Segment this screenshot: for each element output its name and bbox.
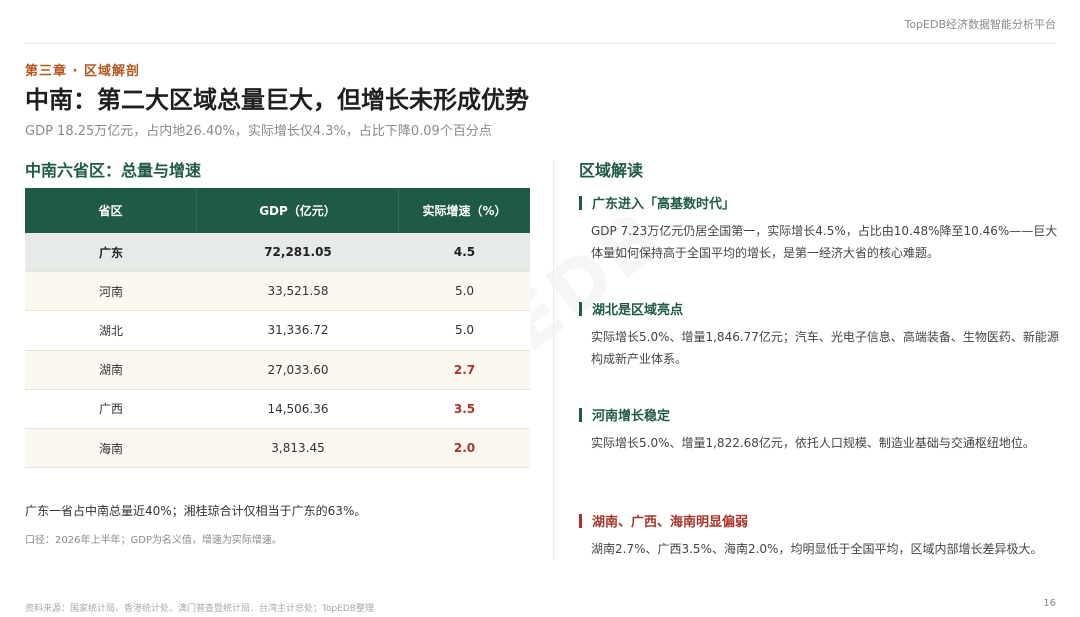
cell-gdp: 3,813.45: [271, 441, 325, 456]
analysis-item-guangdong: 广东进入「高基数时代」 GDP 7.23万亿元仍居全国第一，实际增长4.5%，占…: [579, 193, 1059, 264]
item-title: 湖南、广西、海南明显偏弱: [592, 515, 749, 530]
page-number: 16: [1043, 598, 1056, 609]
analysis-item-weak: 湖南、广西、海南明显偏弱 湖南2.7%、广西3.5%、海南2.0%，均明显低于全…: [579, 511, 1059, 560]
cell-gdp: 31,336.72: [267, 323, 329, 338]
cell-gdp: 33,521.58: [267, 284, 329, 299]
cell-province: 湖北: [98, 323, 123, 338]
cell-growth: 2.7: [453, 362, 476, 377]
column-divider: [553, 160, 554, 560]
table-note: 广东一省占中南总量近40%；湘桂琼合计仅相当于广东的63%。: [25, 504, 367, 518]
cell-province: 海南: [98, 441, 123, 456]
cell-growth: 2.0: [453, 441, 476, 456]
table-section-title: 中南六省区：总量与增速: [25, 161, 202, 180]
header-province: 省区: [25, 188, 197, 233]
top-bar: TopEDB经济数据智能分析平台: [24, 0, 1056, 44]
cell-gdp: 27,033.60: [267, 362, 329, 377]
item-body: 实际增长5.0%、增量1,822.68亿元，依托人口规模、制造业基础与交通枢纽地…: [591, 436, 1035, 450]
analysis-item-hubei: 湖北是区域亮点 实际增长5.0%、增量1,846.77亿元；汽车、光电子信息、高…: [579, 299, 1059, 370]
table-row: 广西 14,506.36 3.5: [25, 389, 530, 429]
source-note: 资料来源：国家统计局、香港统计处、澳门普查暨统计局、台湾主计总处；TopEDB整…: [25, 604, 374, 614]
cell-province: 广西: [98, 402, 123, 417]
cell-growth: 5.0: [454, 284, 475, 299]
cell-growth: 4.5: [453, 245, 476, 260]
chapter-label: 第三章 · 区域解剖: [25, 64, 140, 79]
table-row: 海南 3,813.45 2.0: [25, 428, 530, 469]
item-heading: 河南增长稳定: [579, 405, 1059, 424]
caliber-note: 口径：2026年上半年；GDP为名义值，增速为实际增速。: [25, 535, 282, 546]
page-title: 中南：第二大区域总量巨大，但增长未形成优势: [25, 86, 529, 114]
analysis-section-title: 区域解读: [579, 161, 644, 180]
cell-province: 河南: [98, 284, 123, 299]
cell-growth: 5.0: [454, 323, 475, 338]
cell-growth: 3.5: [453, 401, 476, 416]
cell-gdp: 14,506.36: [267, 401, 329, 416]
cell-gdp: 72,281.05: [264, 245, 332, 260]
accent-bar: [579, 301, 582, 316]
item-body: 湖南2.7%、广西3.5%、海南2.0%，均明显低于全国平均，区域内部增长差异极…: [591, 542, 1043, 556]
table-row: 湖南 27,033.60 2.7: [25, 350, 530, 390]
item-body: 实际增长5.0%、增量1,846.77亿元；汽车、光电子信息、高端装备、生物医药…: [591, 330, 1059, 366]
table-row: 广东 72,281.05 4.5: [25, 233, 530, 273]
gdp-table: 省区 GDP（亿元） 实际增速（%） 广东 72,281.05 4.5 河南 3…: [25, 188, 530, 469]
item-heading: 湖南、广西、海南明显偏弱: [579, 511, 1059, 530]
header-gdp: GDP（亿元）: [197, 188, 399, 233]
item-title: 河南增长稳定: [592, 409, 671, 424]
analysis-item-henan: 河南增长稳定 实际增长5.0%、增量1,822.68亿元，依托人口规模、制造业基…: [579, 405, 1059, 454]
item-body: GDP 7.23万亿元仍居全国第一，实际增长4.5%，占比由10.48%降至10…: [591, 224, 1058, 260]
item-heading: 广东进入「高基数时代」: [579, 193, 1059, 212]
table-header: 省区 GDP（亿元） 实际增速（%）: [25, 188, 530, 233]
item-title: 湖北是区域亮点: [592, 303, 684, 318]
brand-label: TopEDB经济数据智能分析平台: [904, 18, 1056, 31]
cell-province: 湖南: [98, 363, 123, 378]
cell-province: 广东: [98, 245, 123, 260]
table-row: 湖北 31,336.72 5.0: [25, 311, 530, 351]
accent-bar: [579, 513, 582, 528]
accent-bar: [579, 407, 582, 422]
item-heading: 湖北是区域亮点: [579, 299, 1059, 318]
accent-bar: [579, 195, 582, 210]
table-row: 河南 33,521.58 5.0: [25, 272, 530, 312]
page-subtitle: GDP 18.25万亿元，占内地26.40%，实际增长仅4.3%，占比下降0.0…: [25, 124, 492, 139]
item-title: 广东进入「高基数时代」: [592, 197, 736, 212]
header-growth: 实际增速（%）: [422, 204, 507, 218]
